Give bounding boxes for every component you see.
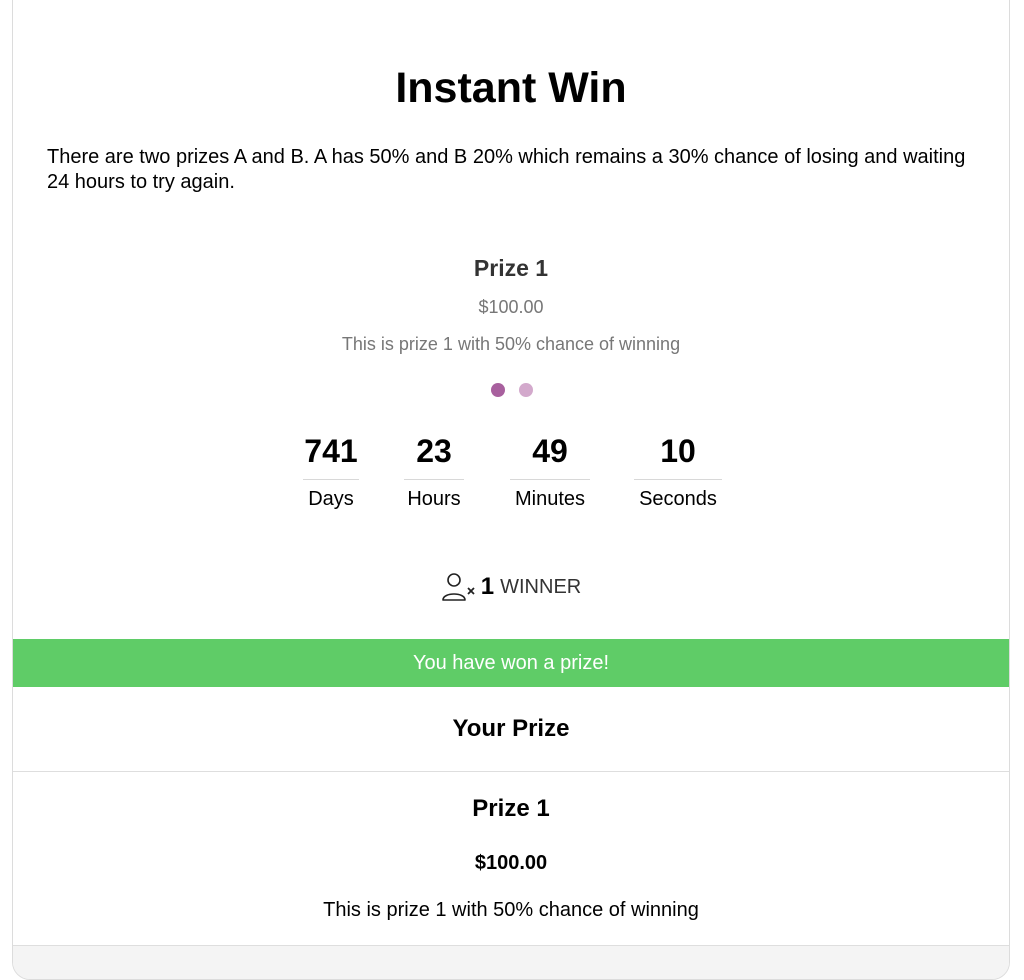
page-description: There are two prizes A and B. A has 50% … bbox=[47, 146, 966, 193]
won-prize-description: This is prize 1 with 50% chance of winni… bbox=[323, 899, 699, 921]
countdown-seconds-value: 10 bbox=[660, 433, 696, 469]
success-banner: You have won a prize! bbox=[13, 639, 1009, 687]
countdown-minutes-label: Minutes bbox=[514, 488, 586, 510]
countdown-hours-label: Hours bbox=[407, 488, 461, 510]
winner-label: WINNER bbox=[500, 576, 582, 598]
prize-preview-name: Prize 1 bbox=[473, 255, 549, 281]
countdown-hours-value: 23 bbox=[416, 433, 452, 469]
countdown-days-divider bbox=[303, 479, 359, 480]
bottom-strip bbox=[13, 946, 1009, 979]
won-prize-price: $100.00 bbox=[474, 852, 548, 874]
countdown-minutes-value: 49 bbox=[532, 433, 568, 469]
carousel-dot-2[interactable] bbox=[519, 383, 533, 397]
page-title: Instant Win bbox=[395, 64, 627, 112]
carousel-dot-1[interactable] bbox=[491, 383, 505, 397]
countdown-seconds-divider bbox=[634, 479, 722, 480]
your-prize-heading: Your Prize bbox=[452, 715, 570, 742]
user-multiply-icon bbox=[441, 571, 477, 603]
prize-preview-price: $100.00 bbox=[478, 297, 544, 317]
countdown-hours-divider bbox=[404, 479, 464, 480]
winner-count-row: 1 WINNER bbox=[13, 570, 1009, 604]
countdown-days-label: Days bbox=[308, 488, 354, 510]
countdown-days-value: 741 bbox=[304, 433, 358, 469]
winner-count: 1 bbox=[480, 573, 495, 600]
carousel-dots bbox=[491, 383, 551, 399]
countdown-seconds-label: Seconds bbox=[639, 488, 717, 510]
countdown-minutes-divider bbox=[510, 479, 590, 480]
prize-preview-description: This is prize 1 with 50% chance of winni… bbox=[341, 334, 681, 354]
instant-win-card: Instant Win There are two prizes A and B… bbox=[12, 0, 1010, 980]
won-prize-name: Prize 1 bbox=[472, 795, 550, 822]
